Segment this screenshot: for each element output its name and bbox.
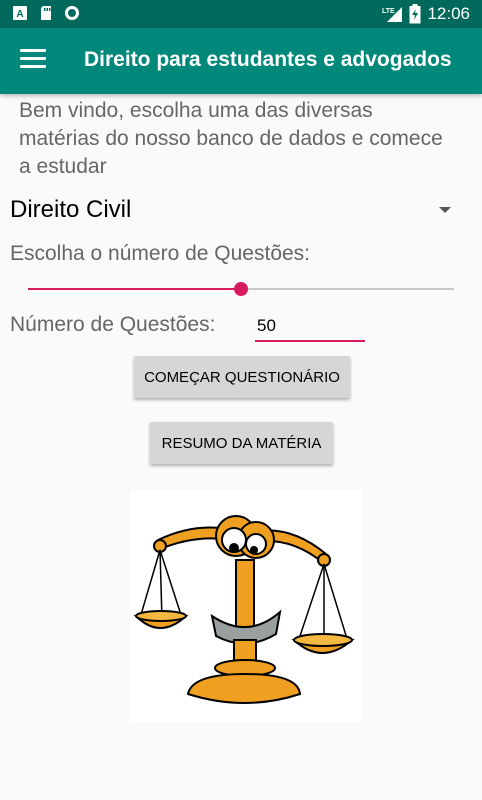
choose-questions-label: Escolha o número de Questões: <box>10 242 311 265</box>
app-bar: Direito para estudantes e advogados <box>0 28 482 94</box>
svg-text:A: A <box>16 9 23 20</box>
question-count-input[interactable] <box>255 312 365 342</box>
battery-charging-icon <box>409 4 421 24</box>
network-type-label: LTE <box>382 8 395 15</box>
a-notification-icon: A <box>13 6 27 20</box>
start-quiz-button[interactable]: COMEÇAR QUESTIONÁRIO <box>134 356 350 398</box>
sd-card-icon <box>41 6 51 20</box>
sync-circle-icon <box>65 6 79 20</box>
slider-fill <box>28 288 241 290</box>
dropdown-arrow-icon <box>439 207 451 213</box>
welcome-text: Bem vindo, escolha uma das diversas maté… <box>19 99 443 178</box>
question-count-slider[interactable] <box>28 279 454 299</box>
subject-select[interactable]: Direito Civil <box>0 190 482 234</box>
question-count-label: Número de Questões: <box>10 313 216 336</box>
lte-signal-icon: LTE <box>382 7 403 22</box>
justice-scale-cartoon-icon <box>133 515 355 704</box>
hamburger-menu-icon[interactable] <box>20 49 46 73</box>
clock: 12:06 <box>427 4 470 23</box>
justice-scale-illustration <box>130 490 362 722</box>
slider-thumb[interactable] <box>234 282 248 296</box>
subject-select-value: Direito Civil <box>10 196 132 223</box>
status-bar: A LTE 12:06 <box>0 0 482 28</box>
app-title: Direito para estudantes e advogados <box>84 48 452 71</box>
subject-summary-button[interactable]: RESUMO DA MATÉRIA <box>150 422 333 464</box>
